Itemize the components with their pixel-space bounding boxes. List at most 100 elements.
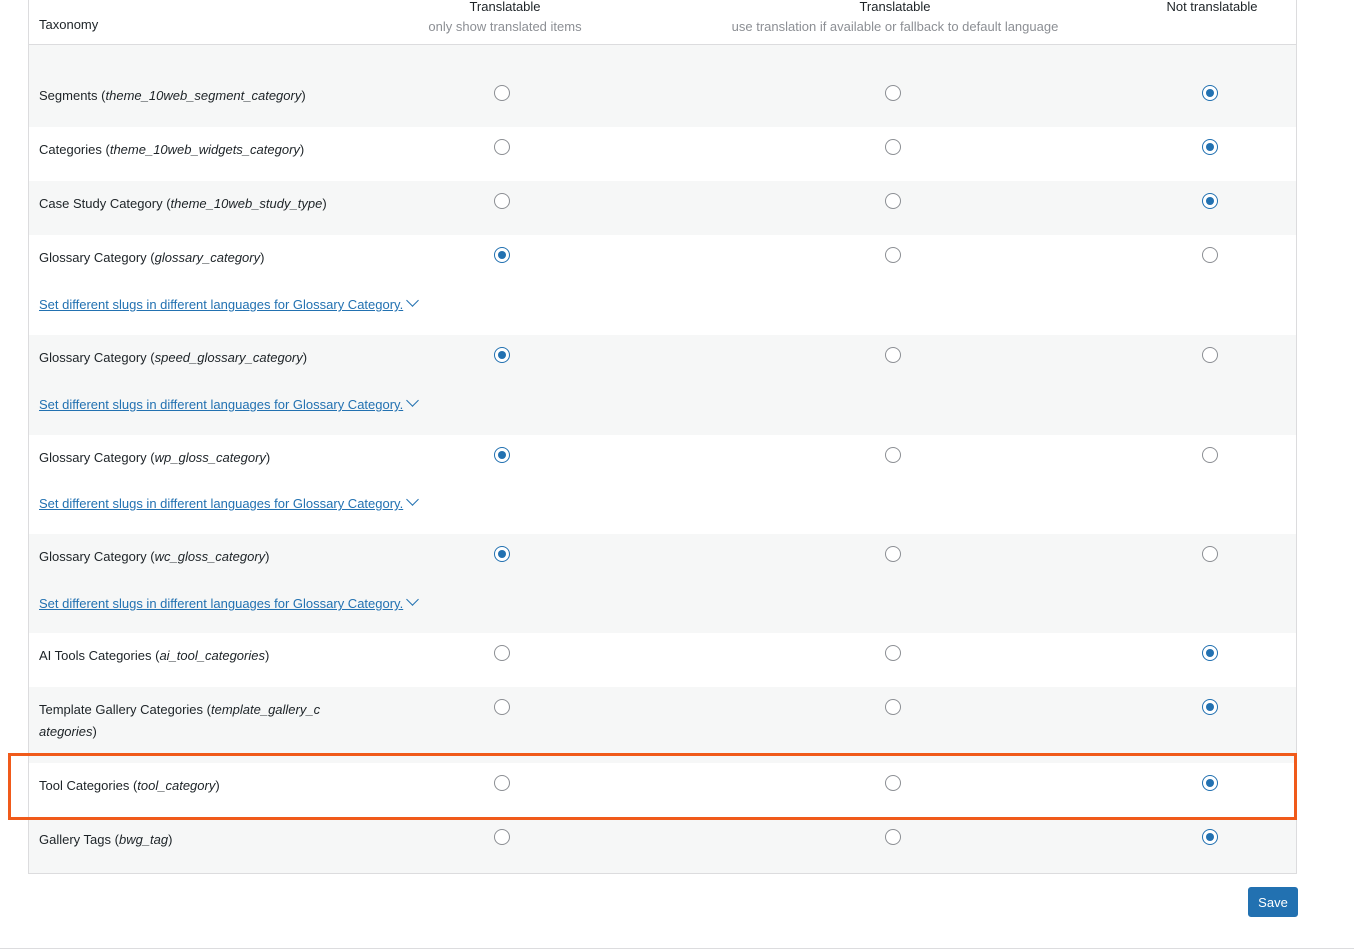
save-button[interactable]: Save xyxy=(1248,887,1298,917)
radio-translatable-only[interactable] xyxy=(494,829,510,845)
table-row: Tool Categories (tool_category) xyxy=(29,763,1296,817)
radio-translatable-fallback[interactable] xyxy=(885,193,901,209)
radio-not-translatable[interactable] xyxy=(1202,645,1218,661)
radio-translatable-only[interactable] xyxy=(494,546,510,562)
header-col2-subtitle: use translation if available or fallback… xyxy=(731,19,1059,34)
taxonomy-slug: glossary_category xyxy=(154,250,261,265)
table-row: Glossary Category (speed_glossary_catego… xyxy=(29,335,1296,435)
taxonomy-label: AI Tools Categories (ai_tool_categories) xyxy=(39,648,270,663)
taxonomy-slug: theme_10web_widgets_category xyxy=(109,142,300,157)
radio-translatable-only[interactable] xyxy=(494,699,510,715)
header-col2-title: Translatable xyxy=(859,0,931,14)
taxonomy-label: Template Gallery Categories (template_ga… xyxy=(39,702,321,739)
radio-not-translatable[interactable] xyxy=(1202,247,1218,263)
header-col-translatable-fallback: Translatable use translation if availabl… xyxy=(695,0,1095,37)
slug-link-label: Set different slugs in different languag… xyxy=(39,496,404,511)
radio-not-translatable[interactable] xyxy=(1202,85,1218,101)
taxonomy-slug: theme_10web_segment_category xyxy=(105,88,302,103)
radio-not-translatable[interactable] xyxy=(1202,546,1218,562)
chevron-down-icon xyxy=(406,294,420,307)
taxonomy-name: Glossary Category xyxy=(39,549,147,564)
radio-translatable-only[interactable] xyxy=(494,85,510,101)
slug-link-label: Set different slugs in different languag… xyxy=(39,596,404,611)
taxonomy-slug: ai_tool_categories xyxy=(159,648,265,663)
taxonomy-name: Gallery Tags xyxy=(39,832,112,847)
header-taxonomy: Taxonomy xyxy=(39,17,99,32)
taxonomy-name: Categories xyxy=(39,142,102,157)
taxonomy-label: Glossary Category (speed_glossary_catego… xyxy=(39,350,308,365)
taxonomy-name: Glossary Category xyxy=(39,250,147,265)
table-row: Categories (theme_10web_widgets_category… xyxy=(29,127,1296,181)
taxonomy-label: Glossary Category (glossary_category) xyxy=(39,250,265,265)
radio-translatable-fallback[interactable] xyxy=(885,85,901,101)
slug-translation-link[interactable]: Set different slugs in different languag… xyxy=(39,294,420,312)
taxonomy-name: Segments xyxy=(39,88,98,103)
radio-translatable-only[interactable] xyxy=(494,447,510,463)
table-header: Taxonomy Translatable only show translat… xyxy=(29,0,1296,45)
taxonomy-name: Glossary Category xyxy=(39,350,147,365)
chevron-down-icon xyxy=(406,394,420,407)
radio-not-translatable[interactable] xyxy=(1202,829,1218,845)
divider xyxy=(0,948,1354,949)
taxonomy-name: Tool Categories xyxy=(39,778,130,793)
slug-translation-link[interactable]: Set different slugs in different languag… xyxy=(39,493,420,511)
radio-not-translatable[interactable] xyxy=(1202,347,1218,363)
radio-not-translatable[interactable] xyxy=(1202,193,1218,209)
radio-translatable-only[interactable] xyxy=(494,775,510,791)
radio-translatable-only[interactable] xyxy=(494,193,510,209)
radio-translatable-fallback[interactable] xyxy=(885,347,901,363)
table-row: AI Tools Categories (ai_tool_categories) xyxy=(29,633,1296,687)
taxonomy-slug: speed_glossary_category xyxy=(154,350,303,365)
taxonomy-label: Glossary Category (wp_gloss_category) xyxy=(39,450,271,465)
radio-translatable-fallback[interactable] xyxy=(885,139,901,155)
taxonomy-name: AI Tools Categories xyxy=(39,648,152,663)
table-row: Glossary Category (wp_gloss_category) Set… xyxy=(29,435,1296,534)
radio-not-translatable[interactable] xyxy=(1202,139,1218,155)
slug-translation-link[interactable]: Set different slugs in different languag… xyxy=(39,593,420,611)
slug-link-label: Set different slugs in different languag… xyxy=(39,397,404,412)
taxonomy-slug: bwg_tag xyxy=(118,832,169,847)
chevron-down-icon xyxy=(406,593,420,606)
taxonomy-label: Glossary Category (wc_gloss_category) xyxy=(39,549,270,564)
header-col-translatable-only: Translatable only show translated items xyxy=(405,0,605,37)
table-row: Gallery Tags (bwg_tag) xyxy=(29,817,1296,873)
radio-translatable-only[interactable] xyxy=(494,347,510,363)
radio-translatable-fallback[interactable] xyxy=(885,645,901,661)
taxonomy-label: Gallery Tags (bwg_tag) xyxy=(39,832,173,847)
slug-translation-link[interactable]: Set different slugs in different languag… xyxy=(39,394,420,412)
table-row: Template Gallery Categories (template_ga… xyxy=(29,687,1296,763)
taxonomy-label: Segments (theme_10web_segment_category) xyxy=(39,88,306,103)
header-col1-title: Translatable xyxy=(469,0,541,14)
radio-not-translatable[interactable] xyxy=(1202,699,1218,715)
radio-translatable-fallback[interactable] xyxy=(885,775,901,791)
taxonomy-label: Categories (theme_10web_widgets_category… xyxy=(39,142,305,157)
taxonomy-slug: wp_gloss_category xyxy=(154,450,266,465)
table-row: Case Study Category (theme_10web_study_t… xyxy=(29,181,1296,235)
header-col-not-translatable: Not translatable xyxy=(1112,0,1296,17)
header-col1-subtitle: only show translated items xyxy=(428,19,582,34)
radio-translatable-only[interactable] xyxy=(494,139,510,155)
taxonomy-name: Case Study Category xyxy=(39,196,163,211)
table-row: Glossary Category (wc_gloss_category) Set… xyxy=(29,534,1296,633)
radio-not-translatable[interactable] xyxy=(1202,775,1218,791)
chevron-down-icon xyxy=(406,493,420,506)
radio-translatable-fallback[interactable] xyxy=(885,546,901,562)
taxonomy-slug: theme_10web_study_type xyxy=(170,196,323,211)
table-row: Segments (theme_10web_segment_category) xyxy=(29,73,1296,127)
header-col3-title: Not translatable xyxy=(1166,0,1258,14)
table-row: Glossary Category (glossary_category) Set… xyxy=(29,235,1296,335)
radio-translatable-only[interactable] xyxy=(494,645,510,661)
taxonomies-table: Segments (theme_10web_segment_category) C… xyxy=(28,0,1297,874)
radio-translatable-fallback[interactable] xyxy=(885,829,901,845)
radio-translatable-only[interactable] xyxy=(494,247,510,263)
slug-link-label: Set different slugs in different languag… xyxy=(39,297,404,312)
taxonomy-label: Tool Categories (tool_category) xyxy=(39,778,220,793)
taxonomy-slug: wc_gloss_category xyxy=(154,549,266,564)
radio-translatable-fallback[interactable] xyxy=(885,447,901,463)
taxonomy-label: Case Study Category (theme_10web_study_t… xyxy=(39,196,327,211)
taxonomy-name: Template Gallery Categories xyxy=(39,702,204,717)
radio-translatable-fallback[interactable] xyxy=(885,247,901,263)
taxonomy-name: Glossary Category xyxy=(39,450,147,465)
radio-not-translatable[interactable] xyxy=(1202,447,1218,463)
radio-translatable-fallback[interactable] xyxy=(885,699,901,715)
